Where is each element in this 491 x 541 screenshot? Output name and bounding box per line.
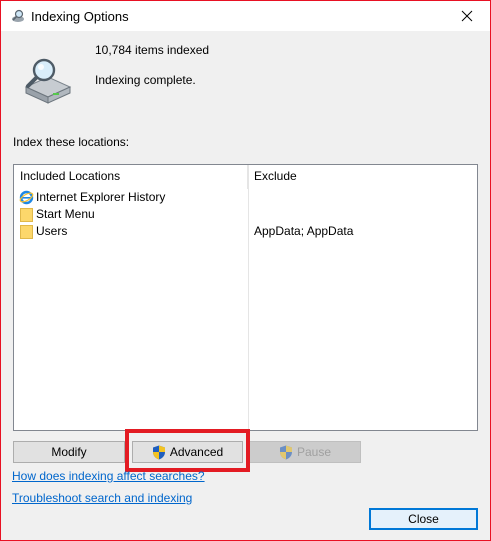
location-row-users[interactable]: Users AppData; AppData bbox=[14, 223, 477, 240]
modify-button-label: Modify bbox=[51, 445, 87, 459]
location-name: Internet Explorer History bbox=[36, 190, 166, 204]
column-header-included[interactable]: Included Locations bbox=[14, 165, 248, 189]
title-bar: Indexing Options bbox=[1, 1, 490, 31]
items-indexed-count: 10,784 items indexed bbox=[95, 43, 210, 57]
pause-button-label: Pause bbox=[296, 445, 332, 459]
internet-explorer-icon bbox=[19, 190, 34, 205]
close-button-label: Close bbox=[408, 512, 439, 526]
how-indexing-affects-link[interactable]: How does indexing affect searches? bbox=[12, 469, 205, 483]
column-header-exclude[interactable]: Exclude bbox=[248, 165, 477, 189]
folder-icon bbox=[20, 225, 33, 239]
indexing-options-icon bbox=[12, 9, 24, 22]
folder-icon bbox=[20, 208, 33, 222]
locations-list[interactable]: Included Locations Exclude Internet Expl… bbox=[13, 164, 478, 431]
indexing-status: Indexing complete. bbox=[95, 73, 196, 87]
indexing-options-window: Indexing Options 10,784 items indexed In… bbox=[0, 0, 491, 541]
troubleshoot-link[interactable]: Troubleshoot search and indexing bbox=[12, 491, 192, 505]
locations-section-label: Index these locations: bbox=[13, 135, 130, 149]
location-name: Start Menu bbox=[36, 207, 95, 221]
location-exclude: AppData; AppData bbox=[254, 224, 354, 238]
location-name: Users bbox=[36, 224, 68, 238]
pause-button: Pause bbox=[249, 441, 361, 463]
uac-shield-icon bbox=[279, 445, 292, 459]
window-title: Indexing Options bbox=[31, 9, 129, 24]
location-row-start-menu[interactable]: Start Menu bbox=[14, 206, 477, 223]
indexing-drive-icon bbox=[24, 58, 72, 104]
close-button[interactable]: Close bbox=[369, 508, 478, 530]
close-icon bbox=[461, 10, 473, 22]
location-row-ie-history[interactable]: Internet Explorer History bbox=[14, 189, 477, 206]
modify-button[interactable]: Modify bbox=[13, 441, 125, 463]
advanced-highlight-box bbox=[125, 429, 250, 472]
close-window-button[interactable] bbox=[444, 1, 490, 31]
